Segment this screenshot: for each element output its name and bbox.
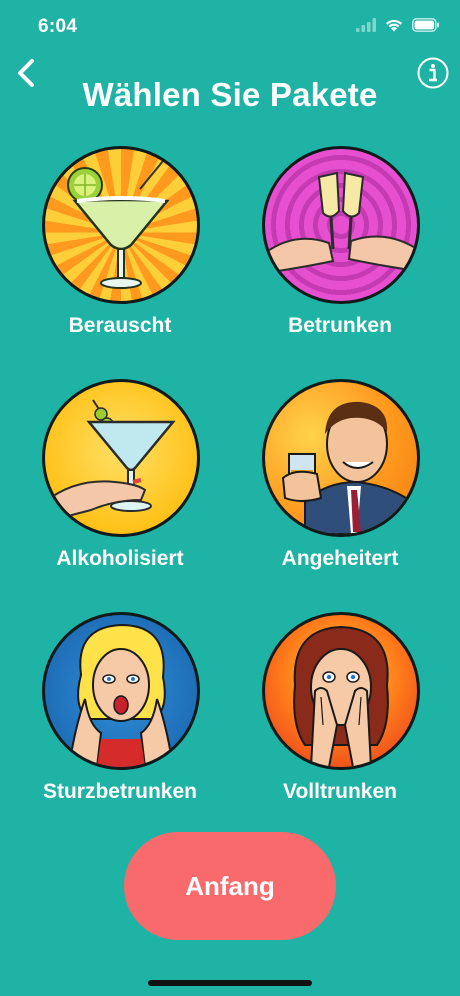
home-indicator: [148, 980, 312, 986]
woman-covering-face-image: [262, 612, 420, 770]
margarita-cocktail-image: [42, 146, 200, 304]
start-button[interactable]: Anfang: [124, 832, 336, 940]
package-label: Berauscht: [68, 314, 172, 337]
wifi-icon: [386, 19, 402, 32]
martini-glass-hand-image: [42, 379, 200, 537]
package-label: Volltrunken: [283, 780, 397, 803]
champagne-toast-image: [262, 146, 420, 304]
package-betrunken[interactable]: Betrunken: [225, 146, 455, 337]
package-angeheitert[interactable]: Angeheitert: [225, 379, 455, 570]
package-label: Betrunken: [288, 314, 392, 337]
package-alkoholisiert[interactable]: Alkoholisiert: [5, 379, 235, 570]
package-sturzbetrunken[interactable]: Sturzbetrunken: [5, 612, 235, 803]
man-with-whiskey-image: [262, 379, 420, 537]
shocked-blonde-woman-image: [42, 612, 200, 770]
status-time: 6:04: [38, 16, 78, 37]
package-label: Angeheitert: [281, 547, 399, 570]
package-label: Sturzbetrunken: [42, 780, 197, 803]
package-berauscht[interactable]: Berauscht: [5, 146, 235, 337]
signal-icon: [356, 18, 376, 32]
battery-icon: [412, 18, 439, 32]
package-label: Alkoholisiert: [56, 547, 184, 570]
package-volltrunken[interactable]: Volltrunken: [225, 612, 455, 803]
status-icons: [356, 18, 440, 32]
status-bar: 6:04: [0, 0, 460, 56]
page-title: Wählen Sie Pakete: [82, 76, 378, 113]
